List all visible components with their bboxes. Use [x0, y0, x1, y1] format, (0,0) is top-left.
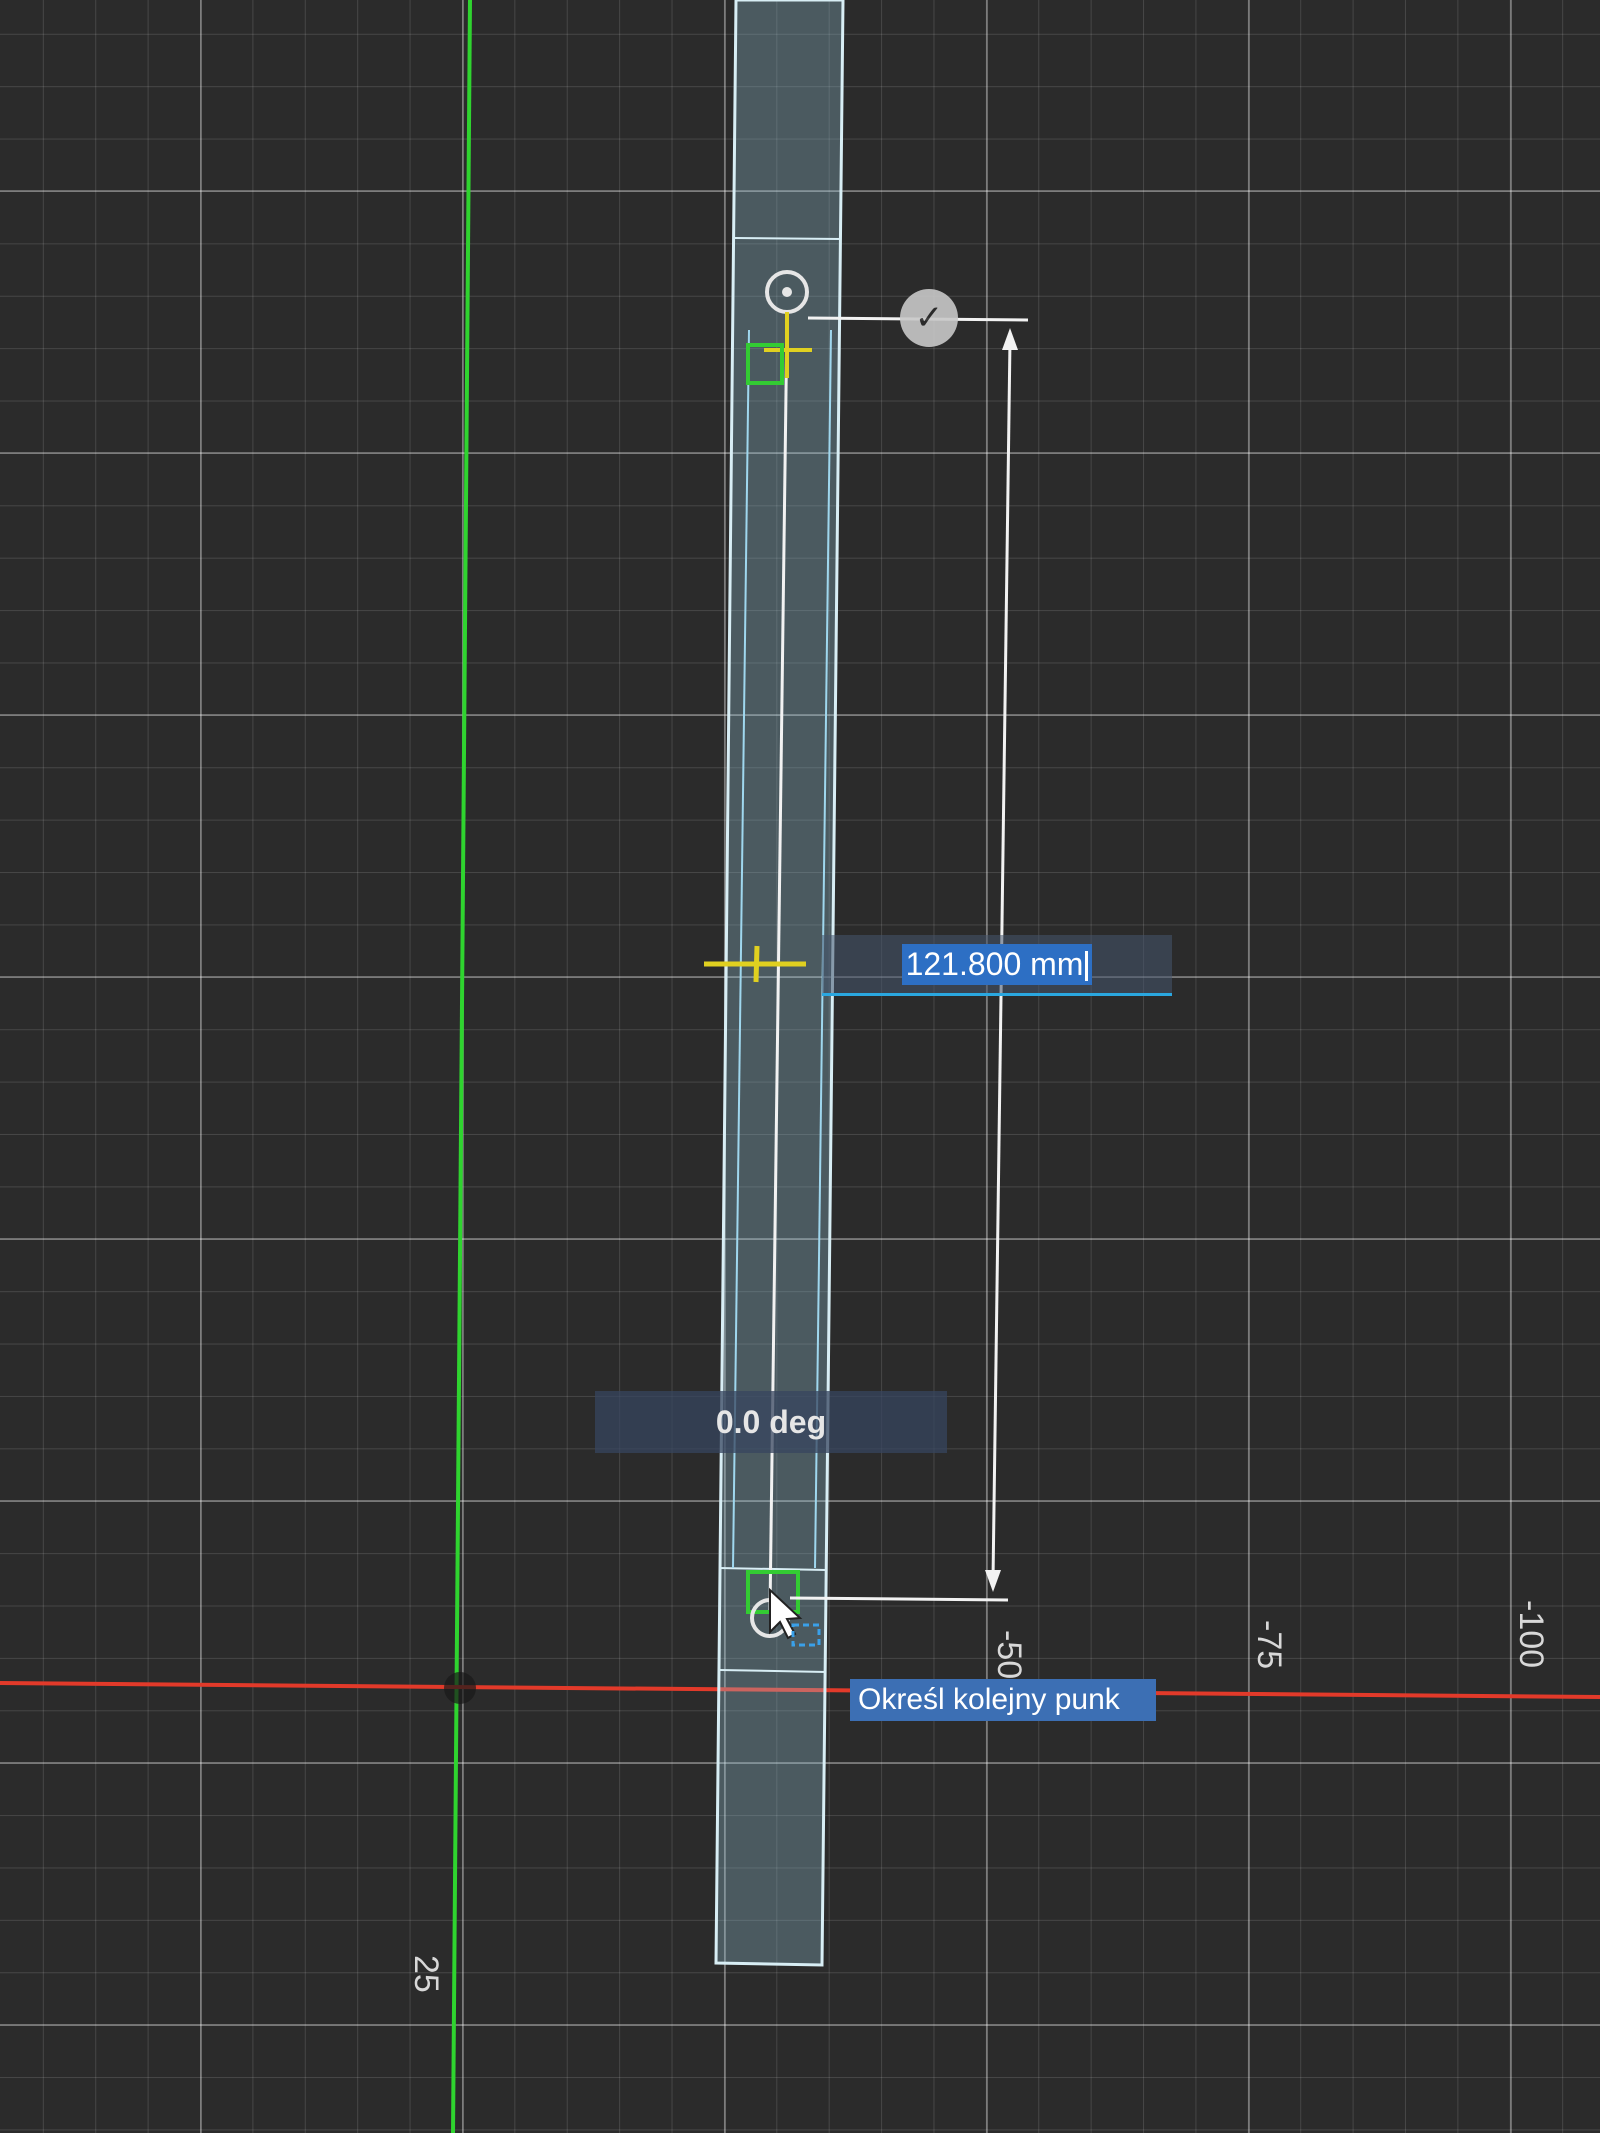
text-caret — [1085, 951, 1089, 982]
dimension-arrow-top — [1002, 328, 1018, 350]
length-dimension-value: 121.800 mm — [905, 945, 1084, 982]
angle-dimension-box[interactable]: 0.0 deg — [595, 1391, 947, 1453]
dimension-arrow-bottom — [985, 1570, 1001, 1592]
dimension-extension-bottom — [789, 1596, 1009, 1602]
next-point-prompt: Określ kolejny punk — [850, 1679, 1156, 1721]
axis-label-minus-50: -50 — [990, 1630, 1028, 1680]
sketch-overlay — [0, 0, 1600, 2133]
start-point-dot — [782, 287, 792, 297]
angle-dimension-value: 0.0 deg — [715, 1403, 827, 1440]
length-dimension-input[interactable]: 121.800 mm — [901, 943, 1093, 985]
axis-label-minus-75: -75 — [1250, 1620, 1288, 1670]
prompt-text: Określ kolejny punk — [858, 1683, 1120, 1716]
sketch-canvas[interactable]: -50 -75 -100 25 ✓ 121.800 mm 0.0 deg Okr… — [0, 0, 1600, 2133]
body-divider-top — [734, 237, 842, 240]
axis-label-minus-100: -100 — [1512, 1600, 1550, 1669]
checkmark-icon[interactable]: ✓ — [900, 289, 958, 347]
origin-marker — [444, 1672, 476, 1704]
y-axis-line — [451, 0, 472, 2133]
midpoint-marker-v — [753, 945, 760, 983]
length-dimension-box[interactable]: 121.800 mm — [822, 935, 1172, 996]
axis-label-25: 25 — [407, 1955, 445, 1993]
